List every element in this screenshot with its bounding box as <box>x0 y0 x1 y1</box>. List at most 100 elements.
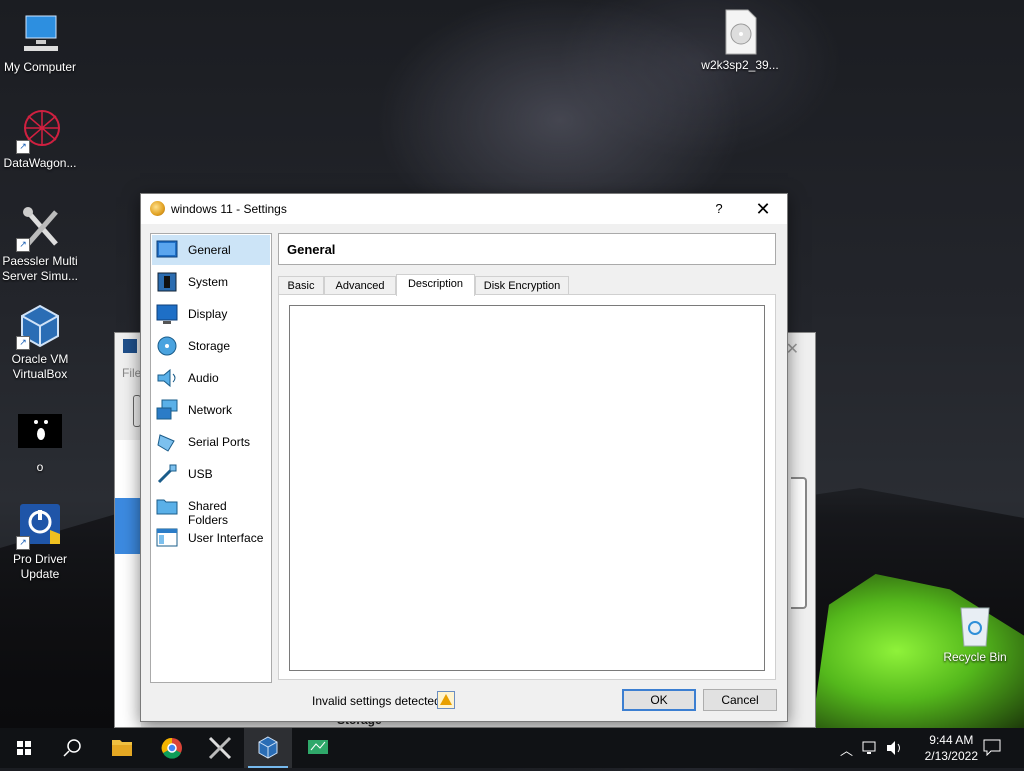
tab-description[interactable]: Description <box>396 274 475 296</box>
virtualbox-icon <box>123 339 137 353</box>
virtualbox-icon: ↗ <box>16 302 64 350</box>
nav-item-user-interface[interactable]: User Interface <box>152 523 270 553</box>
desktop-icon-datawagon[interactable]: ↗ DataWagon... <box>0 106 80 171</box>
tab-basic[interactable]: Basic <box>278 276 324 295</box>
nav-item-general[interactable]: General <box>152 235 270 265</box>
nav-item-label: General <box>188 243 231 257</box>
warning-icon[interactable] <box>437 691 455 709</box>
nav-item-label: Network <box>188 403 233 417</box>
description-tab-panel <box>278 294 776 680</box>
datawagon-icon: ↗ <box>16 106 64 154</box>
network-status-icon[interactable] <box>862 740 880 759</box>
folder-icon <box>156 495 178 517</box>
settings-gear-icon <box>150 201 165 216</box>
desktop-icon-label: Paessler Multi Server Simu... <box>1 254 79 283</box>
desktop-icon-w2k3sp2[interactable]: w2k3sp2_39... <box>700 8 780 73</box>
driver-update-icon: ↗ <box>16 502 64 550</box>
close-button[interactable]: ✕ <box>747 198 779 220</box>
volume-icon[interactable] <box>886 740 904 759</box>
help-button[interactable]: ? <box>707 199 731 219</box>
taskbar: ︿ 9:44 AM 2/13/2022 <box>0 728 1024 768</box>
desktop-icon-my-computer[interactable]: My Computer <box>0 10 80 75</box>
search-button[interactable] <box>48 728 96 768</box>
nav-item-label: Serial Ports <box>188 435 251 449</box>
shortcut-arrow-icon: ↗ <box>16 238 30 252</box>
speaker-icon <box>156 367 178 389</box>
nav-item-usb[interactable]: USB <box>152 459 270 489</box>
search-icon <box>63 739 81 757</box>
taskbar-network-monitor[interactable] <box>294 728 342 768</box>
nav-item-network[interactable]: Network <box>152 395 270 425</box>
shortcut-arrow-icon: ↗ <box>16 140 30 154</box>
clock-time: 9:44 AM <box>929 733 974 747</box>
tools-icon: ↗ <box>16 204 64 252</box>
start-button[interactable] <box>0 728 48 768</box>
desktop-icon-label: DataWagon... <box>3 156 77 170</box>
nav-item-label: Display <box>188 307 228 321</box>
taskbar-tools[interactable] <box>196 728 244 768</box>
ok-button[interactable]: OK <box>622 689 696 711</box>
desktop-icon-pro-driver[interactable]: ↗ Pro Driver Update <box>0 502 80 582</box>
nav-item-serial-ports[interactable]: Serial Ports <box>152 427 270 457</box>
settings-nav-list[interactable]: General System Display Storage Audio Net… <box>150 233 272 683</box>
taskbar-file-explorer[interactable] <box>98 728 146 768</box>
nav-item-label: USB <box>188 467 213 481</box>
desktop-icon-label: My Computer <box>3 60 77 74</box>
start-icon <box>17 741 31 755</box>
nav-item-display[interactable]: Display <box>152 299 270 329</box>
chrome-icon <box>161 737 182 759</box>
desktop-icon-label: Oracle VM VirtualBox <box>11 352 69 381</box>
notifications-icon[interactable] <box>983 738 1001 759</box>
description-textarea[interactable] <box>289 305 765 671</box>
taskbar-virtualbox[interactable] <box>244 728 292 768</box>
dialog-title: windows 11 - Settings <box>171 202 287 216</box>
nav-item-system[interactable]: System <box>152 267 270 297</box>
serial-port-icon <box>156 431 178 453</box>
shortcut-arrow-icon: ↗ <box>16 536 30 550</box>
computer-icon <box>16 10 64 58</box>
usb-icon <box>156 463 178 485</box>
nav-item-shared-folders[interactable]: Shared Folders <box>152 491 270 527</box>
nav-item-audio[interactable]: Audio <box>152 363 270 393</box>
tools-icon <box>208 736 232 760</box>
nav-item-storage[interactable]: Storage <box>152 331 270 361</box>
shortcut-arrow-icon: ↗ <box>16 336 30 350</box>
vm-list-item-selected[interactable] <box>115 498 141 554</box>
desktop-icon-label: o <box>36 460 44 474</box>
file-explorer-icon <box>112 740 132 756</box>
nav-item-label: User Interface <box>188 531 264 545</box>
desktop-icon-label: Pro Driver Update <box>12 552 67 581</box>
taskbar-chrome[interactable] <box>148 728 196 768</box>
menu-file[interactable]: File <box>122 366 141 380</box>
status-message: Invalid settings detected <box>312 694 441 708</box>
section-header: General <box>278 233 776 265</box>
recycle-bin-icon <box>951 600 999 648</box>
virtualbox-icon <box>258 736 278 759</box>
desktop-icon-recycle-bin[interactable]: Recycle Bin <box>935 600 1015 665</box>
desktop-icon-label: Recycle Bin <box>943 650 1007 664</box>
tray-chevron-icon[interactable]: ︿ <box>840 740 853 759</box>
nav-item-label: Storage <box>188 339 231 353</box>
clock[interactable]: 9:44 AM 2/13/2022 <box>925 732 978 764</box>
preview-pane <box>791 477 807 609</box>
nav-item-label: Audio <box>188 371 219 385</box>
network-monitor-icon <box>308 740 328 754</box>
dialog-titlebar[interactable]: windows 11 - Settings ? ✕ <box>141 194 787 224</box>
desktop-icon-paessler[interactable]: ↗ Paessler Multi Server Simu... <box>0 204 80 284</box>
system-chip-icon <box>156 271 178 293</box>
tab-advanced[interactable]: Advanced <box>324 276 396 295</box>
tab-disk-encryption[interactable]: Disk Encryption <box>475 276 569 295</box>
user-interface-icon <box>156 527 178 549</box>
settings-dialog[interactable]: windows 11 - Settings ? ✕ General System… <box>140 193 788 722</box>
desktop-icon-o[interactable]: o <box>0 410 80 475</box>
general-icon <box>156 239 178 261</box>
section-title: General <box>287 242 336 257</box>
vm-list[interactable] <box>115 440 141 727</box>
storage-disc-icon <box>156 335 178 357</box>
desktop-icon-label: w2k3sp2_39... <box>701 58 779 72</box>
cancel-button[interactable]: Cancel <box>703 689 777 711</box>
nav-item-label: System <box>188 275 229 289</box>
desktop-icon-virtualbox[interactable]: ↗ Oracle VM VirtualBox <box>0 302 80 382</box>
network-icon <box>156 399 178 421</box>
disc-image-icon <box>716 8 764 56</box>
